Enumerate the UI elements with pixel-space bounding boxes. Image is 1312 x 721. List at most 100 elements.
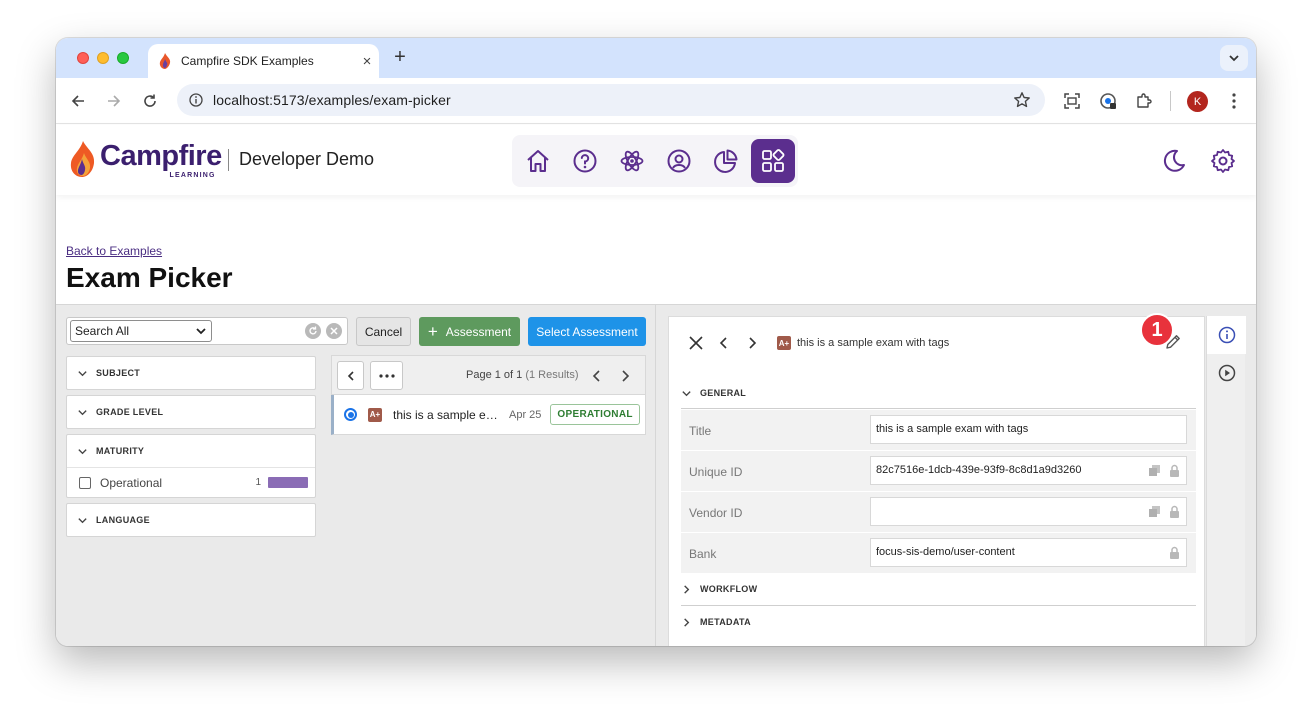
extensions-button[interactable]: [1133, 90, 1155, 112]
section-divider: [681, 605, 1196, 606]
field-label: Vendor ID: [689, 506, 743, 520]
forward-button[interactable]: [103, 90, 125, 112]
browser-menu-button[interactable]: [1223, 90, 1245, 112]
detail-title: this is a sample exam with tags: [797, 337, 950, 349]
campfire-logo[interactable]: Campfire LEARNING: [70, 140, 222, 179]
new-tab-button[interactable]: +: [388, 46, 412, 70]
clear-search-icon[interactable]: [326, 323, 342, 339]
apps-icon: [762, 149, 785, 172]
password-manager-button[interactable]: [1097, 90, 1119, 112]
address-bar[interactable]: localhost:5173/examples/exam-picker: [177, 84, 1045, 116]
minimize-window-button[interactable]: [97, 52, 109, 64]
nav-examples[interactable]: [751, 139, 795, 183]
url-text[interactable]: localhost:5173/examples/exam-picker: [213, 92, 451, 108]
field-value: focus-sis-demo/user-content: [876, 546, 1015, 558]
bookmark-star-icon[interactable]: [1013, 91, 1031, 109]
detail-panel: A+ this is a sample exam with tags 1 GEN…: [655, 304, 1256, 646]
next-page-button[interactable]: [616, 367, 634, 385]
facet-count-bar: [268, 477, 308, 488]
nav-user[interactable]: [657, 139, 701, 183]
operational-checkbox[interactable]: [79, 476, 91, 489]
result-title: this is a sample exam with tags: [393, 407, 501, 422]
select-assessment-button[interactable]: Select Assessment: [528, 317, 646, 346]
tab-strip: Campfire SDK Examples × +: [56, 38, 1256, 78]
facet-option-operational[interactable]: Operational 1: [67, 467, 315, 497]
prev-page-button[interactable]: [588, 367, 606, 385]
page-title: Exam Picker: [66, 262, 233, 293]
back-button[interactable]: [67, 90, 89, 112]
chevron-down-icon: [1229, 55, 1239, 62]
facet-language[interactable]: LANGUAGE: [66, 503, 316, 537]
facet-label: SUBJECT: [96, 368, 141, 378]
screen-capture-button[interactable]: [1061, 90, 1083, 112]
app-title: Developer Demo: [239, 149, 375, 169]
cancel-button[interactable]: Cancel: [356, 317, 411, 346]
facet-maturity[interactable]: MATURITY Operational 1: [66, 434, 316, 498]
section-label: METADATA: [700, 617, 751, 627]
chevron-left-icon: [592, 370, 600, 382]
add-assessment-label: Assessment: [445, 324, 512, 339]
chevron-down-icon: [78, 370, 87, 376]
chevron-right-icon: [684, 584, 690, 594]
result-radio[interactable]: [344, 408, 357, 421]
copy-icon[interactable]: [1148, 464, 1161, 477]
bank-input[interactable]: focus-sis-demo/user-content: [870, 538, 1187, 567]
status-badge: OPERATIONAL: [550, 404, 640, 425]
back-to-examples-link[interactable]: Back to Examples: [66, 244, 162, 258]
result-row[interactable]: A+ this is a sample exam with tags Apr 2…: [331, 395, 646, 435]
section-metadata[interactable]: METADATA: [681, 612, 1196, 632]
facet-subject[interactable]: SUBJECT: [66, 356, 316, 390]
settings-button[interactable]: [1209, 147, 1237, 175]
detail-side-tabs: [1206, 316, 1246, 646]
search-input[interactable]: [215, 321, 301, 341]
nav-atom[interactable]: [610, 139, 654, 183]
logo-subtext: LEARNING: [169, 172, 216, 179]
browser-tab[interactable]: Campfire SDK Examples ×: [148, 44, 379, 78]
facet-label: GRADE LEVEL: [96, 407, 164, 417]
nav-help[interactable]: [563, 139, 607, 183]
close-window-button[interactable]: [77, 52, 89, 64]
arrow-left-icon: [71, 95, 84, 107]
search-scope-select[interactable]: Search All: [70, 320, 212, 342]
field-label: Unique ID: [689, 465, 743, 479]
results-more-button[interactable]: [370, 361, 403, 390]
tab-preview[interactable]: [1207, 354, 1246, 392]
gear-icon: [1211, 149, 1235, 173]
assessment-detail: A+ this is a sample exam with tags 1 GEN…: [668, 313, 1205, 646]
vendor-id-input[interactable]: [870, 497, 1187, 526]
user-circle-icon: [667, 149, 691, 173]
section-workflow[interactable]: WORKFLOW: [681, 579, 1196, 599]
chevron-right-icon: [622, 370, 630, 382]
chevron-right-icon: [749, 337, 757, 349]
nav-home[interactable]: [516, 139, 560, 183]
next-item-button[interactable]: [741, 332, 763, 354]
add-assessment-button[interactable]: + Assessment: [419, 317, 520, 346]
tab-search-button[interactable]: [1220, 45, 1248, 71]
tab-close-icon[interactable]: ×: [355, 53, 379, 70]
screenshot-icon: [1064, 93, 1080, 109]
chevron-down-icon: [78, 517, 87, 523]
refresh-search-icon[interactable]: [305, 323, 321, 339]
profile-avatar[interactable]: K: [1187, 91, 1208, 112]
logo-wordmark: Campfire: [100, 140, 222, 172]
field-label: Title: [689, 424, 712, 438]
chevron-left-icon: [719, 337, 727, 349]
chevron-down-icon: [196, 328, 206, 335]
theme-toggle-button[interactable]: [1160, 147, 1188, 175]
prev-item-button[interactable]: [713, 332, 735, 354]
title-input[interactable]: this is a sample exam with tags: [870, 415, 1187, 444]
unique-id-input[interactable]: 82c7516e-1dcb-439e-93f9-8c8d1a9d3260: [870, 456, 1187, 485]
close-detail-button[interactable]: [685, 332, 707, 354]
maximize-window-button[interactable]: [117, 52, 129, 64]
tab-info[interactable]: [1207, 316, 1246, 354]
nav-chart[interactable]: [704, 139, 748, 183]
reload-button[interactable]: [139, 90, 161, 112]
lock-icon: [1170, 505, 1179, 518]
copy-icon[interactable]: [1148, 505, 1161, 518]
section-general[interactable]: GENERAL: [681, 383, 1196, 403]
results-list: Page 1 of 1 (1 Results) A+ this is a sam…: [331, 355, 646, 437]
site-info-icon[interactable]: [189, 93, 203, 107]
facet-grade-level[interactable]: GRADE LEVEL: [66, 395, 316, 429]
collapse-results-button[interactable]: [337, 361, 364, 390]
arrow-right-icon: [108, 95, 121, 107]
